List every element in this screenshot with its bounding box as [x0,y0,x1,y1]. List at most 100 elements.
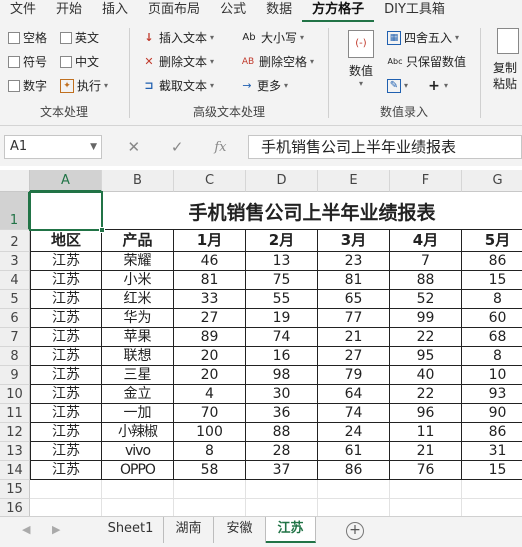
row-header-8[interactable]: 8 [0,347,30,366]
table-cell[interactable]: 75 [246,271,318,290]
table-cell[interactable]: 95 [390,347,462,366]
row-header-2[interactable]: 2 [0,230,30,252]
table-cell[interactable]: 61 [318,442,390,461]
table-cell[interactable]: 88 [390,271,462,290]
table-cell[interactable]: 23 [318,252,390,271]
checkbox-english[interactable]: 英文 [60,28,99,48]
table-cell[interactable]: 一加 [102,404,174,423]
edit-button[interactable]: ✎ ▾ [387,76,408,96]
sheet-tab[interactable]: 湖南 [164,517,214,543]
table-cell[interactable]: 江苏 [30,366,102,385]
table-cell[interactable]: 19 [246,309,318,328]
copy-paste-button[interactable]: 复制粘贴 [493,28,522,108]
report-title-cell[interactable]: 手机销售公司上半年业绩报表 [102,192,522,230]
table-cell[interactable]: 100 [174,423,246,442]
table-cell[interactable]: 三星 [102,366,174,385]
tab-insert[interactable]: 插入 [92,0,138,22]
table-cell[interactable]: 86 [318,461,390,480]
table-cell[interactable]: 小辣椒 [102,423,174,442]
table-cell[interactable]: 93 [462,385,522,404]
table-cell[interactable]: 86 [462,252,522,271]
row-header-6[interactable]: 6 [0,309,30,328]
confirm-icon[interactable]: ✓ [171,138,184,156]
table-cell[interactable]: 江苏 [30,309,102,328]
chevron-down-icon[interactable]: ▼ [90,136,97,158]
table-cell[interactable]: 86 [462,423,522,442]
table-header-cell[interactable]: 4月 [390,230,462,252]
empty-cell[interactable] [102,480,174,499]
tab-data[interactable]: 数据 [256,0,302,22]
table-cell[interactable]: 荣耀 [102,252,174,271]
table-cell[interactable]: 22 [390,385,462,404]
cancel-icon[interactable]: ✕ [127,138,140,156]
table-header-cell[interactable]: 2月 [246,230,318,252]
table-cell[interactable]: 74 [246,328,318,347]
table-cell[interactable]: 11 [390,423,462,442]
empty-cell[interactable] [30,480,102,499]
table-cell[interactable]: 96 [390,404,462,423]
spreadsheet-grid[interactable]: A B C D E F G 1 2 3 4 5 6 7 8 9 10 11 12 13 14 15 16 手机销售公司上半年业… [0,170,522,516]
table-cell[interactable]: 81 [318,271,390,290]
empty-cell[interactable] [102,499,174,516]
prev-sheet-icon[interactable]: ◀ [22,523,30,536]
more-button[interactable]: → 更多 ▾ [240,76,288,96]
table-cell[interactable]: 64 [318,385,390,404]
table-cell[interactable]: 江苏 [30,423,102,442]
column-header-g[interactable]: G [462,170,522,192]
empty-cell[interactable] [318,480,390,499]
table-cell[interactable]: 江苏 [30,290,102,309]
table-cell[interactable]: 20 [174,347,246,366]
table-cell[interactable]: 8 [174,442,246,461]
table-cell[interactable]: 小米 [102,271,174,290]
checkbox-chinese[interactable]: 中文 [60,52,99,72]
case-button[interactable]: Ab 大小写 ▾ [240,28,304,48]
extract-text-button[interactable]: ⊐ 截取文本 ▾ [142,76,214,96]
tab-fangfanggezi[interactable]: 方方格子 [302,0,375,22]
table-cell[interactable]: 8 [462,290,522,309]
empty-cell[interactable] [462,480,522,499]
table-cell[interactable]: 华为 [102,309,174,328]
insert-text-button[interactable]: ↓ 插入文本 ▾ [142,28,214,48]
table-cell[interactable]: 红米 [102,290,174,309]
row-header-11[interactable]: 11 [0,404,30,423]
round-button[interactable]: ▦ 四舍五入 ▾ [387,28,459,48]
tab-formulas[interactable]: 公式 [210,0,256,22]
table-cell[interactable]: 89 [174,328,246,347]
checkbox-number[interactable]: 数字 [8,76,47,96]
execute-button[interactable]: ✦ 执行 ▾ [60,76,108,96]
column-header-d[interactable]: D [246,170,318,192]
table-cell[interactable]: 65 [318,290,390,309]
table-cell[interactable]: 21 [318,328,390,347]
table-cell[interactable]: 8 [462,347,522,366]
empty-cell[interactable] [30,499,102,516]
sheet-tab-active[interactable]: 江苏 [266,517,316,543]
sheet-tab[interactable]: 安徽 [214,517,266,543]
tab-home[interactable]: 开始 [46,0,92,22]
add-sheet-icon[interactable]: + [346,522,364,540]
next-sheet-icon[interactable]: ▶ [52,523,60,536]
table-cell[interactable]: 40 [390,366,462,385]
table-header-cell[interactable]: 3月 [318,230,390,252]
table-cell[interactable]: 99 [390,309,462,328]
checkbox-space[interactable]: 空格 [8,28,47,48]
row-header-1[interactable]: 1 [0,192,30,230]
table-cell[interactable]: 98 [246,366,318,385]
table-cell[interactable]: 79 [318,366,390,385]
table-cell[interactable]: 苹果 [102,328,174,347]
remove-spaces-button[interactable]: AB 删除空格 ▾ [240,52,314,72]
table-header-cell[interactable]: 地区 [30,230,102,252]
table-cell[interactable]: vivo [102,442,174,461]
table-header-cell[interactable]: 1月 [174,230,246,252]
table-cell[interactable]: 55 [246,290,318,309]
tab-file[interactable]: 文件 [0,0,46,22]
empty-cell[interactable] [174,480,246,499]
empty-cell[interactable] [318,499,390,516]
table-cell[interactable]: 36 [246,404,318,423]
table-cell[interactable]: 68 [462,328,522,347]
row-header-16[interactable]: 16 [0,499,30,516]
table-cell[interactable]: 江苏 [30,461,102,480]
table-cell[interactable]: 21 [390,442,462,461]
row-header-12[interactable]: 12 [0,423,30,442]
table-cell[interactable]: 77 [318,309,390,328]
tab-page-layout[interactable]: 页面布局 [138,0,210,22]
